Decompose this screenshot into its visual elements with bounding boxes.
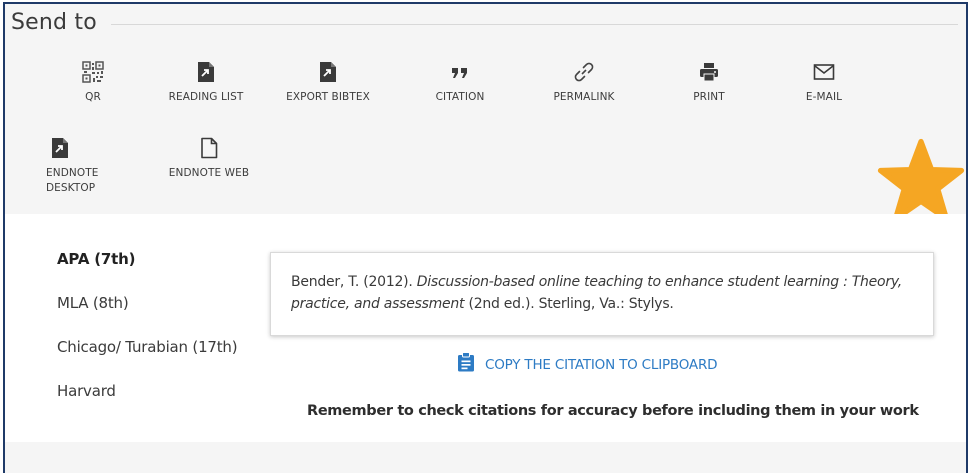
qr-code-icon	[81, 60, 105, 84]
document-icon	[197, 136, 221, 160]
reading-list-icon	[194, 60, 218, 84]
clipboard-icon	[457, 352, 475, 377]
link-icon	[572, 60, 596, 84]
accuracy-reminder: Remember to check citations for accuracy…	[307, 403, 919, 419]
copy-citation-label: COPY THE CITATION TO CLIPBOARD	[485, 356, 718, 373]
email-label: E-MAIL	[805, 91, 843, 103]
citation-panel: APA (7th) MLA (8th) Chicago/ Turabian (1…	[5, 214, 966, 442]
send-to-header: Send to	[11, 6, 958, 38]
header-divider	[110, 23, 958, 25]
citation-text-box[interactable]: Bender, T. (2012). Discussion-based onli…	[270, 252, 934, 336]
print-label: PRINT	[693, 91, 725, 103]
endnote-desktop-label-line2: DESKTOP	[46, 182, 96, 194]
copy-citation-button[interactable]: COPY THE CITATION TO CLIPBOARD	[457, 352, 718, 377]
email-button[interactable]: E-MAIL	[774, 60, 874, 105]
endnote-web-label: ENDNOTE WEB	[168, 167, 250, 179]
send-to-panel: Send to QR READING LIST EXPORT BIBTEX CI…	[3, 2, 968, 473]
export-bibtex-button[interactable]: EXPORT BIBTEX	[278, 60, 378, 105]
envelope-icon	[812, 60, 836, 84]
qr-label: QR	[85, 91, 101, 103]
send-to-title: Send to	[11, 9, 97, 35]
star-icon	[877, 138, 965, 222]
endnote-desktop-button[interactable]: ENDNOTE DESKTOP	[46, 136, 126, 196]
qr-button[interactable]: QR	[43, 60, 143, 105]
citation-prefix: Bender, T. (2012).	[291, 274, 417, 290]
export-bibtex-label: EXPORT BIBTEX	[286, 91, 370, 103]
endnote-desktop-icon	[48, 136, 72, 160]
style-chicago-turabian[interactable]: Chicago/ Turabian (17th)	[57, 338, 238, 359]
endnote-desktop-label-line1: ENDNOTE	[46, 167, 99, 179]
endnote-web-button[interactable]: ENDNOTE WEB	[159, 136, 259, 181]
permalink-label: PERMALINK	[553, 91, 615, 103]
export-bibtex-icon	[316, 60, 340, 84]
print-button[interactable]: PRINT	[659, 60, 759, 105]
style-harvard[interactable]: Harvard	[57, 382, 237, 403]
style-apa[interactable]: APA (7th)	[57, 250, 237, 271]
citation-style-list: APA (7th) MLA (8th) Chicago/ Turabian (1…	[57, 250, 238, 426]
quote-icon	[448, 60, 472, 84]
style-mla[interactable]: MLA (8th)	[57, 294, 237, 315]
printer-icon	[697, 60, 721, 84]
reading-list-label: READING LIST	[168, 91, 244, 103]
permalink-button[interactable]: PERMALINK	[534, 60, 634, 105]
citation-label: CITATION	[435, 91, 485, 103]
action-grid: QR READING LIST EXPORT BIBTEX CITATION P…	[41, 60, 921, 200]
bottom-strip	[5, 442, 966, 473]
endnote-desktop-label: ENDNOTE DESKTOP	[46, 166, 98, 196]
citation-suffix: (2nd ed.). Sterling, Va.: Stylys.	[464, 296, 674, 312]
reading-list-button[interactable]: READING LIST	[156, 60, 256, 105]
citation-button[interactable]: CITATION	[410, 60, 510, 105]
